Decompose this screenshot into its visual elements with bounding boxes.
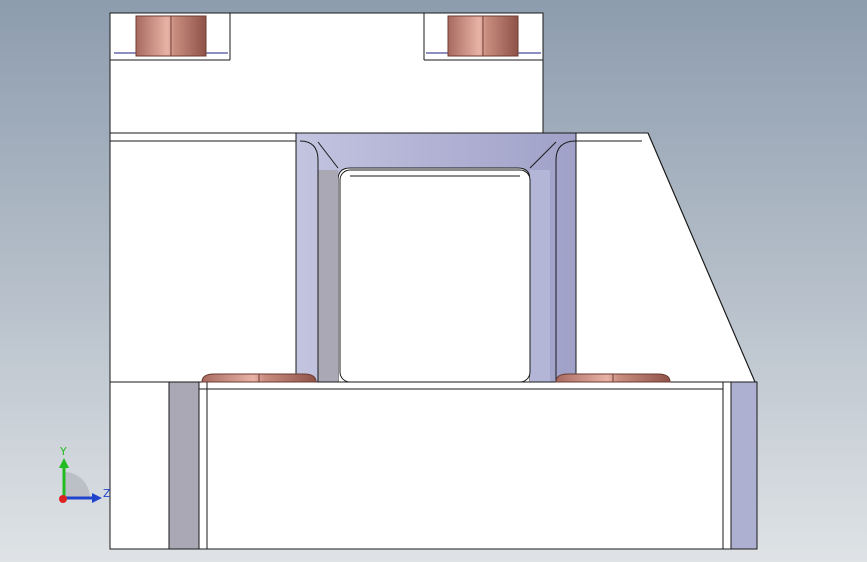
part-model-view[interactable]: Y Z [0, 0, 867, 562]
axis-y-label: Y [59, 445, 67, 458]
axis-z-label: Z [103, 487, 111, 500]
axis-y-arrowhead [59, 458, 69, 468]
u-channel-fillet[interactable] [295, 132, 577, 383]
axis-z-arrowhead [92, 493, 102, 503]
reference-triad: Y Z [59, 445, 111, 503]
bottom-right-pin[interactable] [555, 373, 671, 383]
origin-sphere [59, 495, 67, 503]
top-right-pin[interactable] [447, 15, 519, 57]
top-left-pin[interactable] [135, 15, 207, 57]
graphics-viewport[interactable]: Y Z [0, 0, 867, 562]
bottom-left-pin[interactable] [201, 373, 317, 383]
triad-quadrant [64, 472, 90, 498]
bottom-block[interactable] [109, 381, 758, 550]
